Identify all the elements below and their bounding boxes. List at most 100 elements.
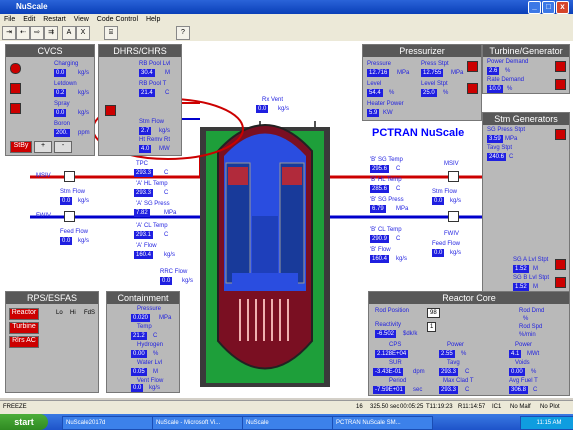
spray-valve-icon[interactable] [10,103,21,114]
close-button[interactable]: x [556,1,569,14]
turbine-trip-icon[interactable] [555,61,566,72]
tpc-unit: C [164,170,169,176]
letdown-unit: kg/s [78,90,90,96]
max-clad-label: Max Clad T [443,378,474,384]
taskbar-clock: 11:15 AM [520,416,573,430]
sg-press-icon[interactable] [555,129,566,140]
rx-vent-unit: kg/s [278,106,290,112]
rlrs-ac-button[interactable]: Rlrs AC [9,336,39,348]
status-t1: T11:19:23 [426,404,453,410]
help-button[interactable]: ? [176,26,190,40]
pressurizer-spray-icon[interactable] [467,61,478,72]
plus-button[interactable]: + [34,141,52,153]
cps-value: 2.128E+04 [375,350,409,358]
rb-pool-t-label: RB Pool T [139,81,167,87]
stm-flow-left-value: 0.0 [60,197,73,205]
sur-label: SUR [389,360,402,366]
b-hl-temp-label: 'B' HL Temp [370,177,402,183]
tavg-value: 293.3 [439,368,459,376]
toolbar-button-1[interactable]: ⇥ [2,26,16,40]
a-hl-temp-label: 'A' HL Temp [136,181,168,187]
standby-button[interactable]: StBy [10,141,32,153]
spray-label: Spray [54,101,70,107]
status-bar: FREEZE 16 325.50 sec 00:05:25 T11:19:23 … [0,400,573,414]
task-nuscale2017d[interactable]: NuScale2017d [62,416,153,430]
level-value: 54.4 [367,89,383,97]
pressurizer-heater-icon[interactable] [467,83,478,94]
msiv-left-label: MSIV [36,173,51,179]
reactor-trip-button[interactable]: Reactor [9,308,39,320]
msiv-right-valve-icon[interactable] [448,171,459,182]
charging-value: 0.0 [54,69,67,77]
menu-restart[interactable]: Restart [43,14,66,25]
b-sg-press-value: 6.79 [370,205,386,213]
rrc-flow-unit: kg/s [182,278,194,284]
toolbar-button-6[interactable]: X [76,26,90,40]
menu-edit[interactable]: Edit [23,14,35,25]
cvcs-panel: CVCS Charging 0.0 kg/s Letdown 0.2 kg/s … [5,44,95,156]
minus-button[interactable]: - [54,141,72,153]
b-flow-value: 160.4 [370,255,390,263]
steam-generators-panel: Stm Generators SG Press Stpt 3.59 MPa Ta… [482,112,570,294]
letdown-valve-icon[interactable] [10,83,21,94]
a-hl-temp-value: 293.3 [134,189,154,197]
avg-fuel-label: Avg Fuel T [509,378,538,384]
ctmt-temp-unit: C [153,333,158,339]
sg-a-lvl-label: SG A Lvl Stpt [513,257,549,263]
start-button[interactable]: start [0,414,48,430]
task-nuscale-microsoft[interactable]: NuScale - Microsoft Vi... [152,416,243,430]
status-time: 325.50 sec [370,404,400,410]
water-lvl-value: 0.05 [131,368,147,376]
menu-code-control[interactable]: Code Control [97,14,138,25]
rod-position-label: Rod Position [375,308,410,314]
a-flow-label: 'A' Flow [136,243,157,249]
sg-b-lvl-icon[interactable] [555,277,566,288]
status-state: FREEZE [3,404,27,410]
power-demand-unit: % [505,68,511,74]
rps-col-fds: FdS [84,310,96,316]
task-pctran[interactable]: PCTRAN NuScale SM... [332,416,433,430]
toolbar-button-7[interactable]: ⌸ [104,26,118,40]
b-cl-temp-unit: C [396,236,401,242]
toolbar-button-2[interactable]: ⇠ [16,26,30,40]
maximize-button[interactable]: □ [542,1,555,14]
toolbar-button-5[interactable]: A [62,26,76,40]
menu-view[interactable]: View [74,14,89,25]
sg-a-lvl-icon[interactable] [555,259,566,270]
ctmt-pressure-unit: MPa [159,315,172,321]
minimize-button[interactable]: _ [528,1,541,14]
level-stpt-unit: % [443,90,449,96]
turbine-trip-button[interactable]: Turbine [9,322,39,334]
charging-pump-icon[interactable] [10,63,21,74]
toolbar-button-3[interactable]: ⇨ [30,26,44,40]
generator-trip-icon[interactable] [555,79,566,90]
a-sg-press-value: 7.82 [134,209,150,217]
fwiv-right-label: FWIV [444,231,459,237]
rod-speed-input[interactable]: 1 [427,322,437,332]
power-demand-value: 2.6 [487,67,500,75]
task-nuscale[interactable]: NuScale [242,416,333,430]
spray-unit: kg/s [78,110,90,116]
dhrs-valve-icon[interactable] [105,105,116,116]
feed-flow-left-unit: kg/s [78,238,90,244]
menu-file[interactable]: File [4,14,15,25]
rod-spd-label: Rod Spd [519,324,543,330]
stm-flow-right-value: 0.0 [432,197,445,205]
tavg-stpt-unit: C [509,154,514,160]
pressure-label: Pressure [367,61,392,67]
menu-help[interactable]: Help [146,14,160,25]
rod-position-input[interactable]: 98 [427,308,440,318]
fwiv-left-valve-icon[interactable] [64,211,75,222]
press-stpt-label: Press Stpt [421,61,449,67]
toolbar-button-4[interactable]: ⇉ [44,26,58,40]
reactor-core-title: Reactor Core [369,292,569,304]
b-sg-temp-unit: C [396,166,401,172]
msiv-left-valve-icon[interactable] [64,171,75,182]
rrc-flow-label: RRC Flow [160,269,188,275]
fwiv-right-valve-icon[interactable] [448,211,459,222]
rx-vent-value: 0.0 [256,105,269,113]
press-stpt-unit: MPa [451,70,464,76]
rate-demand-label: Rate Demand [487,77,525,83]
hydrogen-value: 0.00 [131,350,147,358]
sg-b-lvl-unit: M [533,284,538,290]
